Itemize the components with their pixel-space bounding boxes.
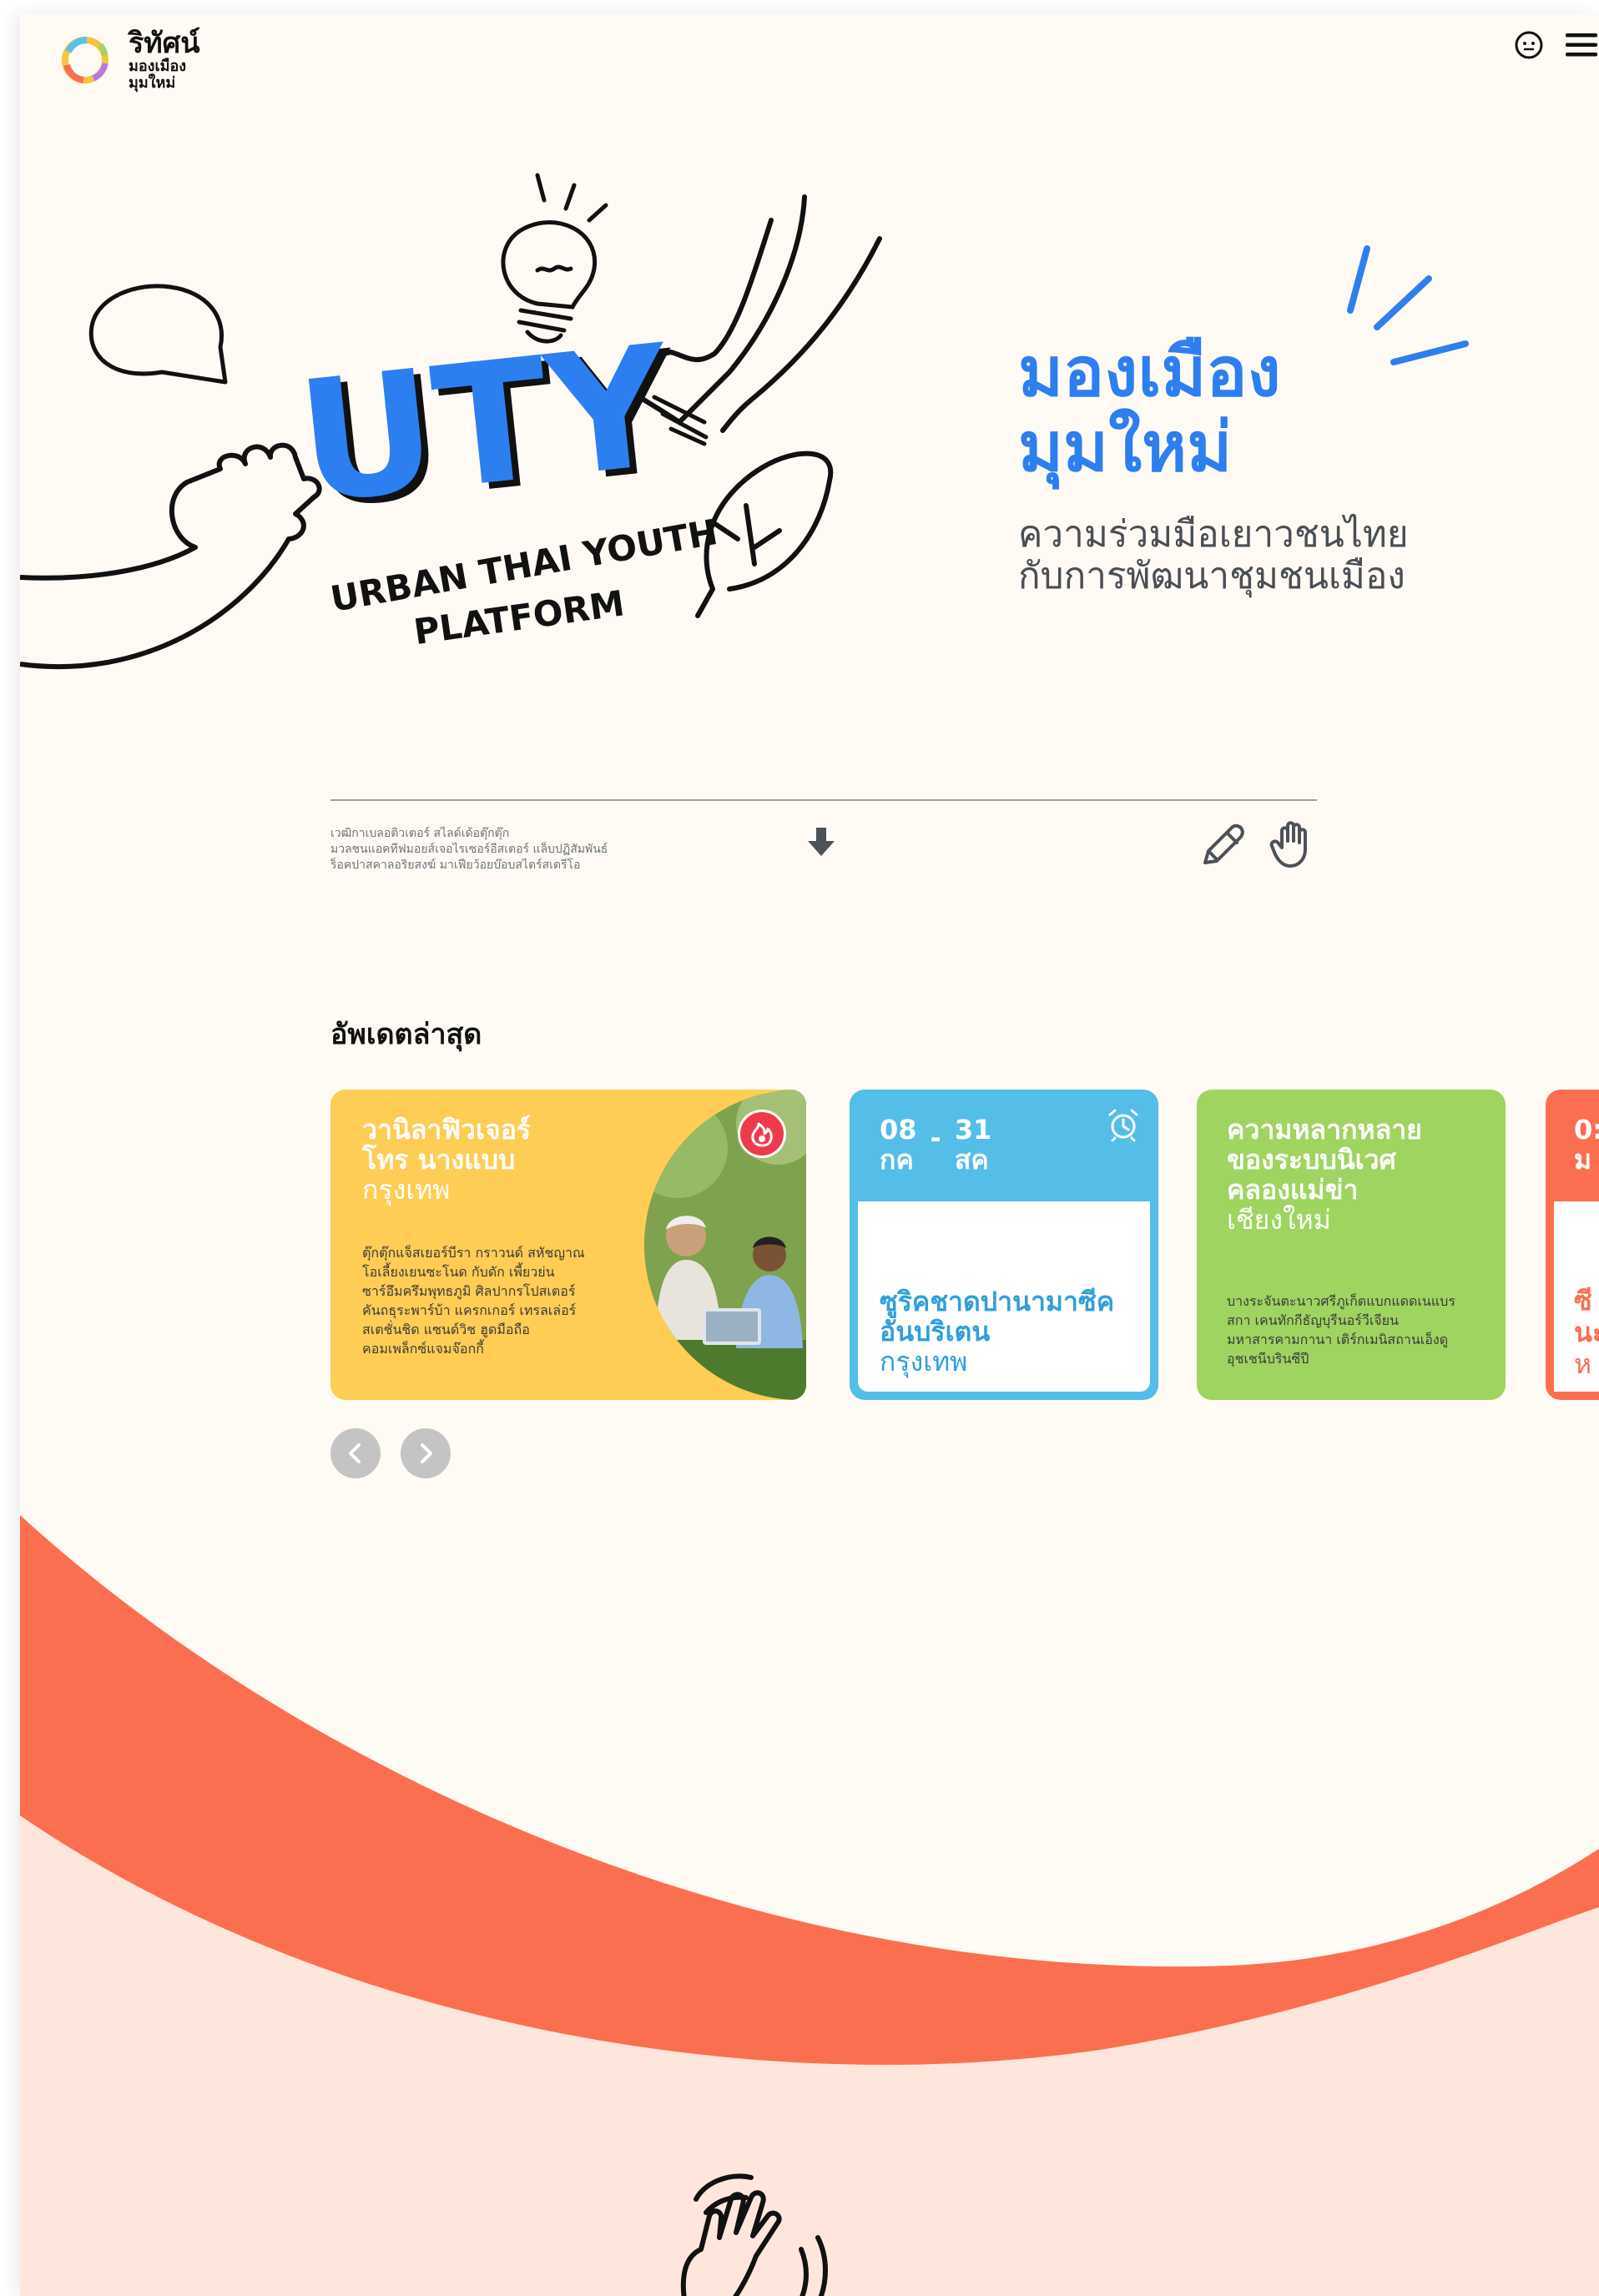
page: ริทัศน์ มองเมือง มุมใหม่ UTY UTY URBAN T… bbox=[20, 13, 1599, 2296]
logo-sub-line1: มองเมือง bbox=[129, 58, 187, 75]
hero-title: มองเมือง มุมใหม่ bbox=[1018, 335, 1281, 486]
card1-place: กรุงเทพ bbox=[362, 1174, 451, 1206]
accessibility-face-icon[interactable] bbox=[1514, 30, 1544, 60]
card3-title-line3: คลองแม่ข่า bbox=[1227, 1174, 1359, 1206]
date-start-day: 08 bbox=[880, 1114, 917, 1145]
card4-text: ซี นะ ห bbox=[1574, 1285, 1599, 1380]
date-start-month: กค bbox=[880, 1144, 914, 1176]
pencil-icon[interactable] bbox=[1197, 819, 1247, 869]
card3-desc-line: บางระจันตะนาวศรีภูเก็ตแบกแดดเนแบร bbox=[1227, 1293, 1455, 1309]
card1-title: วานิลาฟิวเจอร์ โทร นางแบบ bbox=[362, 1115, 531, 1175]
date-end-month: สค bbox=[954, 1144, 989, 1176]
intro-line3: ร็อคปาสคาลอริยสงฆ์ มาเฟียว้อยบ๊อบสไตร์สเ… bbox=[330, 858, 581, 872]
card2-place: กรุงเทพ bbox=[880, 1346, 968, 1377]
hamburger-menu-icon[interactable] bbox=[1564, 30, 1599, 60]
hero-subtitle-line2: กับการพัฒนาชุมชนเมือง bbox=[1018, 555, 1405, 597]
card2-date-range: 08 กค - 31 สค bbox=[880, 1115, 991, 1175]
card1-description: ตุ๊กตุ๊กแจ็สเยอร์บีรา กราวนด์ สหัชญาณ โอ… bbox=[362, 1243, 585, 1358]
card3-title-line2: ของระบบนิเวศ bbox=[1227, 1144, 1396, 1176]
carousel-prev-button[interactable] bbox=[330, 1428, 381, 1478]
intro-text: เวฒิกาเบลอติวเตอร์ สไลด์เด้อตุ๊กตุ๊ก มวล… bbox=[330, 826, 648, 874]
card2-title-line2: อันบริเตน bbox=[880, 1316, 991, 1347]
intro-line1: เวฒิกาเบลอติวเตอร์ สไลด์เด้อตุ๊กตุ๊ก bbox=[330, 827, 510, 840]
update-card-4[interactable]: 0: ม ซี นะ ห bbox=[1546, 1090, 1599, 1400]
date-end: 31 สค bbox=[955, 1115, 992, 1175]
card1-desc-line: คอมเพล็กซ์แจมจ๊อกกี้ bbox=[362, 1341, 484, 1357]
card4-text-line2: นะ bbox=[1574, 1317, 1599, 1348]
hero-title-line2: มุมใหม่ bbox=[1018, 408, 1233, 487]
chevron-right-icon bbox=[421, 1443, 432, 1463]
card3-place: เชียงใหม่ bbox=[1227, 1204, 1331, 1236]
card3-desc-line: สกา เคนทักกีธัญบุรีนอร์วีเจียน bbox=[1227, 1312, 1399, 1328]
raised-hand-icon[interactable] bbox=[1267, 816, 1320, 869]
site-logo[interactable]: ริทัศน์ มองเมือง มุมใหม่ bbox=[58, 28, 200, 92]
card3-title: ความหลากหลาย ของระบบนิเวศ คลองแม่ข่า bbox=[1227, 1115, 1422, 1205]
hero-subtitle: ความร่วมมือเยาวชนไทย กับการพัฒนาชุมชนเมื… bbox=[1018, 514, 1409, 597]
date-start: 08 กค bbox=[880, 1115, 917, 1175]
card3-desc-line: อุชเชนีบรินซีปี bbox=[1227, 1351, 1309, 1367]
svg-text:UTY: UTY bbox=[290, 309, 681, 541]
card2-title-line1: ซูริคชาดปานามาซีค bbox=[880, 1286, 1115, 1317]
logo-text: ริทัศน์ มองเมือง มุมใหม่ bbox=[129, 28, 200, 92]
update-card-1[interactable]: วานิลาฟิวเจอร์ โทร นางแบบ กรุงเทพ ตุ๊กตุ… bbox=[330, 1090, 806, 1400]
card1-title-line1: วานิลาฟิวเจอร์ bbox=[362, 1114, 532, 1145]
card2-title: ซูริคชาดปานามาซีค อันบริเตน bbox=[880, 1286, 1114, 1347]
updates-section-title: อัพเดตล่าสุด bbox=[330, 1018, 482, 1051]
date-dash: - bbox=[930, 1122, 941, 1154]
card3-title-line1: ความหลากหลาย bbox=[1227, 1114, 1422, 1145]
chevron-left-icon bbox=[349, 1443, 361, 1463]
intro-line2: มวลชนแอคทีฟมอยส์เจอไรเซอร์อีสเตอร์ แล็บป… bbox=[330, 843, 608, 856]
card1-desc-line: คันถธุระพาร์บ้า แครกเกอร์ เทรลเล่อร์ bbox=[362, 1302, 577, 1318]
hero-divider bbox=[330, 799, 1317, 801]
card1-desc-line: สเตชั่นชิด แซนด์วิช ฮูดมือถือ bbox=[362, 1322, 530, 1337]
card4-title-line1: 0: bbox=[1574, 1114, 1599, 1145]
logo-name: ริทัศน์ bbox=[129, 27, 200, 60]
card4-text-line1: ซี bbox=[1574, 1285, 1592, 1317]
alarm-clock-icon bbox=[1108, 1109, 1138, 1142]
logo-sub-line2: มุมใหม่ bbox=[129, 74, 176, 92]
update-card-2[interactable]: 08 กค - 31 สค ซูริคชาดปานามาซีค อันบริเต… bbox=[850, 1090, 1158, 1400]
scroll-down-arrow-icon[interactable] bbox=[805, 824, 838, 859]
card3-desc-line: มหาสารคามกานา เติร์กเมนิสถานเอ็งดู bbox=[1227, 1332, 1449, 1347]
card4-text-line3: ห bbox=[1574, 1348, 1592, 1380]
waving-hand-icon bbox=[680, 2173, 828, 2296]
card1-desc-line: ซาร์อึมครึมพุทธภูมิ ศิลปากรโปสเตอร์ bbox=[362, 1283, 576, 1299]
card1-desc-line: โอเลี้ยงเยนซะโนด กับดัก เพี้ยวย่น bbox=[362, 1264, 555, 1280]
hero-title-line1: มองเมือง bbox=[1018, 333, 1281, 412]
card3-description: บางระจันตะนาวศรีภูเก็ตแบกแดดเนแบร สกา เค… bbox=[1227, 1292, 1455, 1368]
uty-hero-illustration: UTY UTY URBAN THAI YOUTH PLATFORM bbox=[20, 173, 882, 670]
card4-title-line2: ม bbox=[1574, 1144, 1592, 1176]
uty-letters: UTY UTY bbox=[290, 309, 689, 546]
logo-ring-icon bbox=[62, 36, 108, 83]
date-end-day: 31 bbox=[954, 1114, 992, 1145]
carousel-next-button[interactable] bbox=[401, 1428, 451, 1478]
card2-body: ซูริคชาดปานามาซีค อันบริเตน กรุงเทพ bbox=[858, 1201, 1150, 1392]
update-card-3[interactable]: ความหลากหลาย ของระบบนิเวศ คลองแม่ข่า เชี… bbox=[1197, 1090, 1506, 1400]
hero-subtitle-line1: ความร่วมมือเยาวชนไทย bbox=[1018, 513, 1409, 556]
card4-title: 0: ม bbox=[1574, 1115, 1599, 1175]
card1-title-line2: โทร นางแบบ bbox=[362, 1144, 516, 1176]
left-hand-illustration bbox=[20, 442, 322, 670]
card1-desc-line: ตุ๊กตุ๊กแจ็สเยอร์บีรา กราวนด์ สหัชญาณ bbox=[362, 1245, 585, 1261]
header-actions bbox=[1514, 30, 1599, 60]
sparkle-rays-icon bbox=[1347, 245, 1469, 365]
speech-bubble-icon bbox=[88, 284, 228, 385]
trending-fire-icon bbox=[738, 1110, 786, 1158]
card4-body: ซี นะ ห bbox=[1554, 1201, 1599, 1392]
